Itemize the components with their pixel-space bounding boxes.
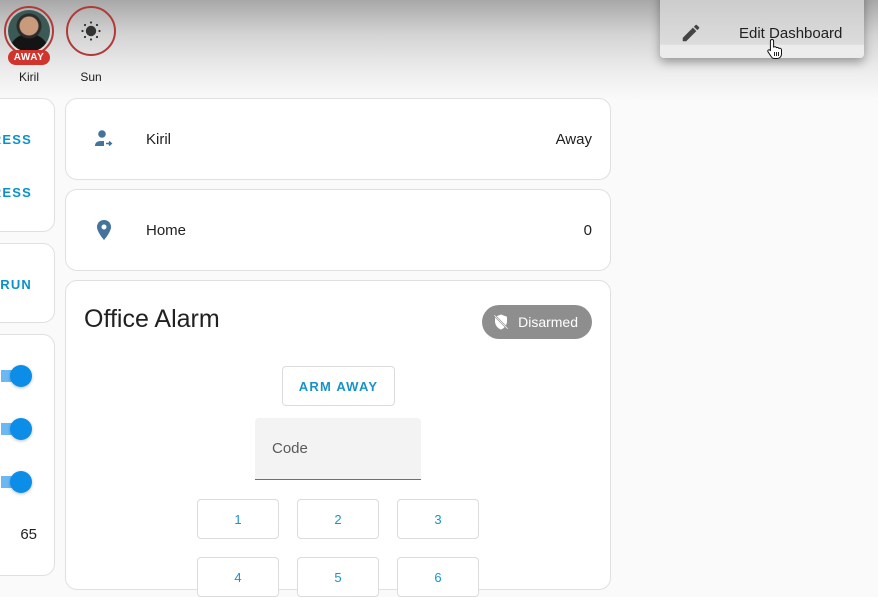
run-button[interactable]: RUN (0, 277, 32, 292)
sun-badge-circle (66, 6, 116, 56)
status-badge: AWAY (8, 50, 50, 65)
overflow-menu: Edit Dashboard (660, 0, 864, 58)
keypad-button-5[interactable]: 5 (297, 557, 379, 597)
sun-icon (81, 21, 101, 41)
map-marker-icon (92, 218, 116, 242)
person-avatar (8, 10, 50, 52)
keypad-button-1[interactable]: 1 (197, 499, 279, 539)
badge-sun[interactable]: Sun (64, 6, 118, 84)
press-button[interactable]: RESS (0, 185, 32, 200)
slider-thumb[interactable] (10, 418, 32, 440)
keypad-button-2[interactable]: 2 (297, 499, 379, 539)
entity-state: Away (555, 130, 592, 148)
menu-item-label: Edit Dashboard (739, 24, 843, 42)
slider-thumb[interactable] (10, 365, 32, 387)
press-button[interactable]: RESS (0, 132, 32, 147)
alarm-title: Office Alarm (84, 305, 220, 333)
keypad-button-3[interactable]: 3 (397, 499, 479, 539)
left-button-card: RESS RESS (0, 98, 55, 232)
entity-name: Home (146, 221, 187, 239)
alarm-panel-card: Office Alarm Disarmed ARM AWAY 1 2 3 4 5… (65, 280, 611, 597)
avatar: AWAY (4, 6, 54, 65)
arm-away-button[interactable]: ARM AWAY (282, 366, 395, 406)
account-arrow-right-icon (92, 127, 116, 151)
badge-label: Kiril (19, 70, 39, 84)
menu-item-edit-dashboard[interactable]: Edit Dashboard (660, 0, 864, 64)
code-field-wrapper (255, 418, 421, 480)
alarm-state-label: Disarmed (518, 314, 578, 330)
left-slider-card: 65 (0, 334, 55, 576)
keypad-button-4[interactable]: 4 (197, 557, 279, 597)
entity-card-home[interactable]: Home 0 (65, 189, 611, 271)
left-run-card: RUN (0, 243, 55, 323)
keypad-button-6[interactable]: 6 (397, 557, 479, 597)
code-input[interactable] (255, 418, 421, 479)
entity-name: Kiril (146, 130, 171, 148)
slider-thumb[interactable] (10, 471, 32, 493)
value-text: 65 (20, 526, 37, 543)
badge-kiril[interactable]: AWAY Kiril (2, 6, 56, 84)
hand-cursor-icon (767, 38, 782, 59)
pencil-icon (680, 22, 702, 44)
entity-state: 0 (583, 221, 592, 239)
alarm-state-badge: Disarmed (482, 305, 592, 339)
badge-label: Sun (80, 70, 102, 84)
entity-card-kiril[interactable]: Kiril Away (65, 98, 611, 180)
shield-off-icon (492, 313, 510, 331)
